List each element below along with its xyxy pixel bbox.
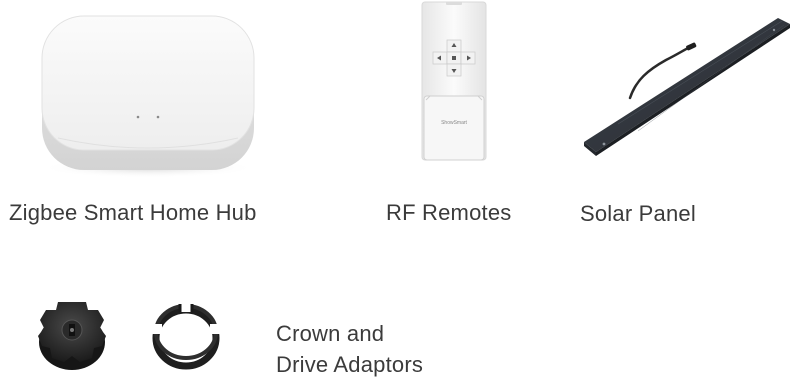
product-adaptors <box>30 284 230 384</box>
adaptor-caption-line1: Crown and <box>276 321 385 346</box>
solar-panel-icon <box>584 18 790 156</box>
hub-caption: Zigbee Smart Home Hub <box>9 200 257 225</box>
adaptor-caption-line2: Drive Adaptors <box>276 352 424 377</box>
product-solar <box>578 0 798 170</box>
rf-remote-icon: ShowSmart <box>421 1 487 161</box>
solar-caption: Solar Panel <box>580 201 696 226</box>
product-remote: ShowSmart <box>420 0 490 164</box>
drive-adaptor <box>152 302 220 370</box>
remote-brand-text: ShowSmart <box>441 120 467 126</box>
crown-adaptor <box>38 302 106 370</box>
adaptor-icon <box>38 302 220 370</box>
remote-caption: RF Remotes <box>386 200 512 225</box>
